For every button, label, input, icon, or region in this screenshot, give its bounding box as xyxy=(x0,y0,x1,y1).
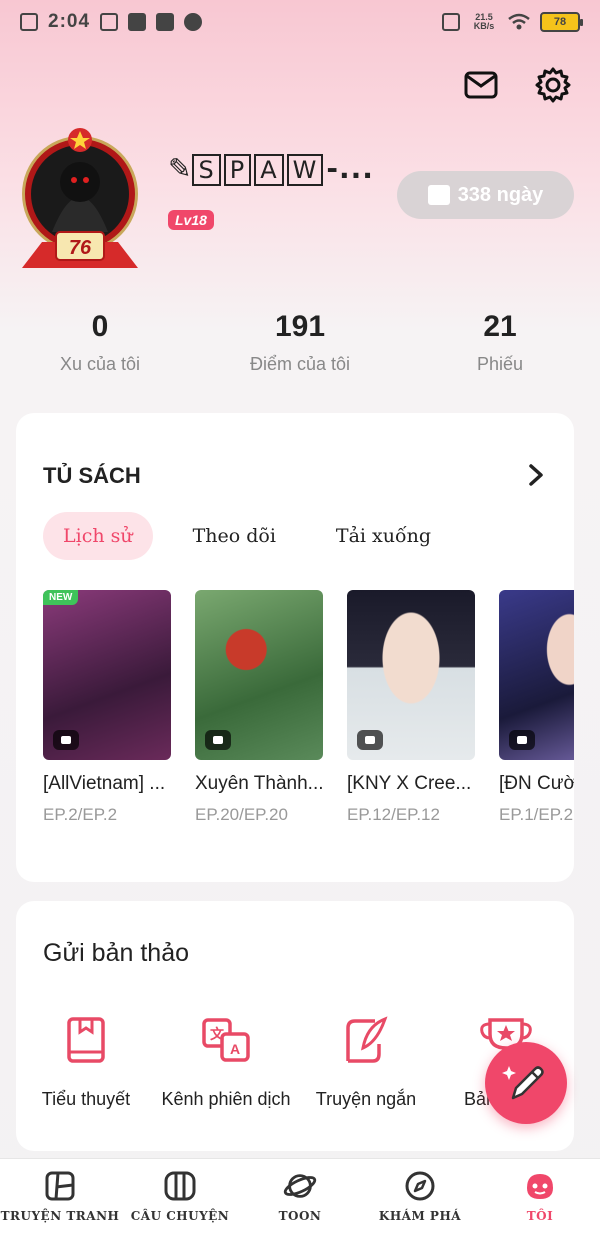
comment-icon xyxy=(357,730,383,750)
nav-stories[interactable]: CÂU CHUYỆN xyxy=(120,1159,240,1241)
book-cover xyxy=(195,590,323,760)
submit-draft-title: Gửi bản thảo xyxy=(43,939,189,967)
svg-text:A: A xyxy=(230,1041,240,1057)
app-notification-icon xyxy=(184,13,203,31)
submit-draft-card: Gửi bản thảo Tiểu thuyết 文A Kênh phiên d… xyxy=(16,901,574,1151)
comic-icon xyxy=(43,1169,77,1203)
sim-icon xyxy=(20,13,38,31)
battery-icon: 78 xyxy=(540,12,583,32)
book-title: [AllVietnam] ... xyxy=(43,773,166,794)
book-episode: EP.12/EP.12 xyxy=(347,805,440,824)
nav-me[interactable]: TÔI xyxy=(480,1159,600,1241)
book-item[interactable]: [ĐN Cười EP.1/EP.2 xyxy=(499,590,574,825)
book-title: Xuyên Thành... xyxy=(195,773,323,794)
pencil-icon xyxy=(502,1066,544,1100)
username-letter: W xyxy=(286,154,324,186)
level-badge: Lv18 xyxy=(168,210,214,230)
bookshelf-card: TỦ SÁCH Lịch sử Theo dõi Tải xuống NEW [… xyxy=(16,413,574,882)
book-cover xyxy=(347,590,475,760)
book-cover xyxy=(499,590,574,760)
tab-downloads[interactable]: Tải xuống xyxy=(316,512,451,560)
svg-text:文: 文 xyxy=(210,1026,225,1043)
calendar-icon xyxy=(427,185,450,205)
book-title: [ĐN Cười xyxy=(499,773,574,794)
chevron-right-icon[interactable] xyxy=(526,463,546,487)
wifi-icon xyxy=(508,13,530,30)
book-icon xyxy=(16,1013,156,1067)
nav-comics[interactable]: TRUYỆN TRANH xyxy=(0,1159,120,1241)
tab-history[interactable]: Lịch sử xyxy=(43,512,153,560)
stat-value: 191 xyxy=(274,310,326,343)
quill-icon xyxy=(296,1013,436,1067)
nav-label: TÔI xyxy=(526,1209,554,1223)
book-title: [KNY X Cree... xyxy=(347,773,472,794)
nav-label: CÂU CHUYỆN xyxy=(130,1209,230,1223)
submit-item-label: Kênh phiên dịch xyxy=(161,1089,291,1109)
submit-item-label: Truyện ngắn xyxy=(315,1089,417,1109)
net-speed: 21.5 KB/s xyxy=(473,12,495,31)
book-list: NEW [AllVietnam] ... EP.2/EP.2 Xuyên Thà… xyxy=(43,590,574,825)
username[interactable]: ✎ S P A W -... xyxy=(168,152,374,186)
stat-tickets[interactable]: 21 Phiếu xyxy=(400,310,600,375)
submit-novel[interactable]: Tiểu thuyết xyxy=(16,1013,156,1110)
shelf-tabs: Lịch sử Theo dõi Tải xuống xyxy=(43,512,451,560)
story-icon xyxy=(163,1169,197,1203)
youtube-icon xyxy=(156,13,175,31)
book-cover: NEW xyxy=(43,590,171,760)
stat-label: Phiếu xyxy=(476,354,524,374)
mail-notification-icon xyxy=(128,13,147,31)
comment-icon xyxy=(53,730,79,750)
checkin-days-button[interactable]: 338 ngày xyxy=(397,171,574,219)
mute-icon xyxy=(442,13,460,31)
book-item[interactable]: Xuyên Thành... EP.20/EP.20 xyxy=(195,590,323,825)
book-item[interactable]: NEW [AllVietnam] ... EP.2/EP.2 xyxy=(43,590,171,825)
username-letter: A xyxy=(254,154,284,186)
stat-value: 21 xyxy=(483,310,517,343)
stat-value: 0 xyxy=(91,310,109,343)
new-badge: NEW xyxy=(43,590,79,605)
nav-toon[interactable]: TOON xyxy=(240,1159,360,1241)
book-episode: EP.1/EP.2 xyxy=(499,805,574,824)
settings-gear-icon[interactable] xyxy=(534,66,572,104)
nav-explore[interactable]: KHÁM PHÁ xyxy=(360,1159,480,1241)
nav-label: TOON xyxy=(278,1209,322,1223)
stat-points[interactable]: 191 Điểm của tôi xyxy=(200,310,400,375)
stat-label: Xu của tôi xyxy=(59,354,141,374)
comment-icon xyxy=(509,730,535,750)
username-prefix: ✎ xyxy=(168,152,193,185)
status-time: 2:04 xyxy=(48,11,91,32)
username-letter: S xyxy=(192,154,221,186)
translate-icon: 文A xyxy=(156,1013,296,1067)
submit-translation[interactable]: 文A Kênh phiên dịch xyxy=(156,1013,296,1110)
battery-level: 78 xyxy=(553,16,567,28)
planet-icon xyxy=(283,1169,317,1203)
bottom-nav: TRUYỆN TRANH CÂU CHUYỆN TOON KHÁM PHÁ TÔ… xyxy=(0,1158,600,1241)
bookshelf-title: TỦ SÁCH xyxy=(43,463,141,488)
username-suffix: -... xyxy=(326,152,374,185)
submit-short-story[interactable]: Truyện ngắn xyxy=(296,1013,436,1110)
book-episode: EP.20/EP.20 xyxy=(195,805,288,824)
status-bar: 2:04 21.5 KB/s 78 xyxy=(0,0,600,44)
avatar[interactable]: 76 xyxy=(12,122,148,270)
screenshot-icon xyxy=(100,13,119,31)
book-item[interactable]: [KNY X Cree... EP.12/EP.12 xyxy=(347,590,475,825)
tab-following[interactable]: Theo dõi xyxy=(173,512,296,560)
submit-item-label: Tiểu thuyết xyxy=(41,1089,131,1109)
stats-row: 0 Xu của tôi 191 Điểm của tôi 21 Phiếu xyxy=(0,310,600,375)
avatar-badge: 76 xyxy=(69,237,92,259)
compass-icon xyxy=(403,1169,437,1203)
nav-label: TRUYỆN TRANH xyxy=(0,1209,120,1223)
stat-label: Điểm của tôi xyxy=(249,354,351,374)
mail-icon[interactable] xyxy=(462,66,500,104)
username-letter: P xyxy=(223,154,252,186)
me-icon xyxy=(523,1169,557,1203)
write-fab-button[interactable] xyxy=(485,1042,567,1124)
days-count: 338 ngày xyxy=(457,183,544,206)
book-episode: EP.2/EP.2 xyxy=(43,805,118,824)
nav-label: KHÁM PHÁ xyxy=(378,1209,462,1223)
stat-coins[interactable]: 0 Xu của tôi xyxy=(0,310,200,375)
comment-icon xyxy=(205,730,231,750)
